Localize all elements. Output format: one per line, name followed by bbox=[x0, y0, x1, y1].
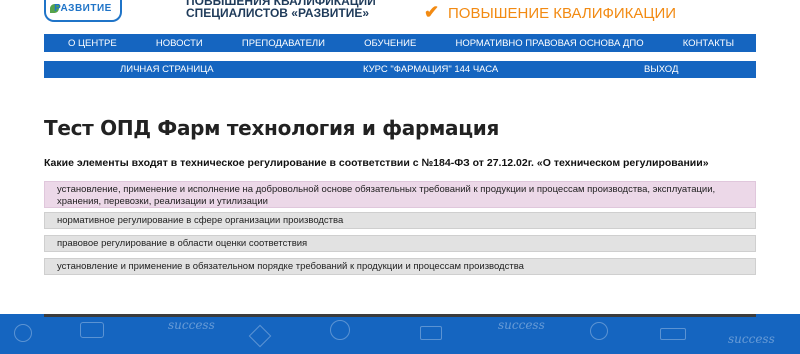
footer-doodle-text: success bbox=[168, 318, 215, 332]
question-text: Какие элементы входят в техническое регу… bbox=[44, 157, 709, 169]
nav-item-personal-page[interactable]: ЛИЧНАЯ СТРАНИЦА bbox=[120, 64, 214, 75]
footer-divider bbox=[44, 314, 756, 317]
doodle-globe-icon bbox=[330, 320, 350, 340]
user-navigation: ЛИЧНАЯ СТРАНИЦА КУРС "ФАРМАЦИЯ" 144 ЧАСА… bbox=[44, 61, 756, 78]
doodle-book-icon bbox=[420, 326, 442, 340]
site-header: РАЗВИТИЕ повышения квалификации СПЕЦИАЛИ… bbox=[0, 0, 800, 34]
doodle-laptop-icon bbox=[80, 322, 104, 338]
promo-slogan: ПОВЫШЕНИЕ КВАЛИФИКАЦИИ bbox=[448, 5, 677, 22]
nav-item-contacts[interactable]: КОНТАКТЫ bbox=[683, 38, 734, 49]
answer-option-4[interactable]: установление и применение в обязательном… bbox=[44, 258, 756, 275]
nav-item-legal-basis[interactable]: НОРМАТИВНО ПРАВОВАЯ ОСНОВА ДПО bbox=[455, 38, 643, 49]
doodle-circle-icon bbox=[14, 324, 32, 342]
answer-option-3[interactable]: правовое регулирование в области оценки … bbox=[44, 235, 756, 252]
footer-doodle-text: success bbox=[728, 332, 775, 346]
nav-item-education[interactable]: ОБУЧЕНИЕ bbox=[364, 38, 416, 49]
answer-option-2[interactable]: нормативное регулирование в сфере органи… bbox=[44, 212, 756, 229]
nav-item-teachers[interactable]: ПРЕПОДАВАТЕЛИ bbox=[242, 38, 325, 49]
org-name-line2: СПЕЦИАЛИСТОВ «РАЗВИТИЕ» bbox=[186, 6, 370, 20]
main-navigation: О ЦЕНТРЕ НОВОСТИ ПРЕПОДАВАТЕЛИ ОБУЧЕНИЕ … bbox=[44, 34, 756, 52]
footer-doodle-text: success bbox=[498, 318, 545, 332]
nav-item-course[interactable]: КУРС "ФАРМАЦИЯ" 144 ЧАСА bbox=[363, 64, 498, 75]
doodle-chart-icon bbox=[660, 328, 686, 340]
logo-text: РАЗВИТИЕ bbox=[54, 3, 112, 14]
site-footer: success success success bbox=[0, 314, 800, 354]
page-title: Тест ОПД Фарм технология и фармация bbox=[44, 116, 500, 140]
nav-item-logout[interactable]: ВЫХОД bbox=[644, 64, 678, 75]
doodle-diamond-icon bbox=[248, 324, 272, 348]
doodle-clock-icon bbox=[590, 322, 608, 340]
answer-option-1[interactable]: установление, применение и исполнение на… bbox=[44, 181, 756, 208]
nav-item-about[interactable]: О ЦЕНТРЕ bbox=[68, 38, 117, 49]
checkmark-icon: ✔ bbox=[424, 2, 440, 22]
nav-item-news[interactable]: НОВОСТИ bbox=[156, 38, 203, 49]
site-logo[interactable]: РАЗВИТИЕ bbox=[44, 0, 122, 22]
